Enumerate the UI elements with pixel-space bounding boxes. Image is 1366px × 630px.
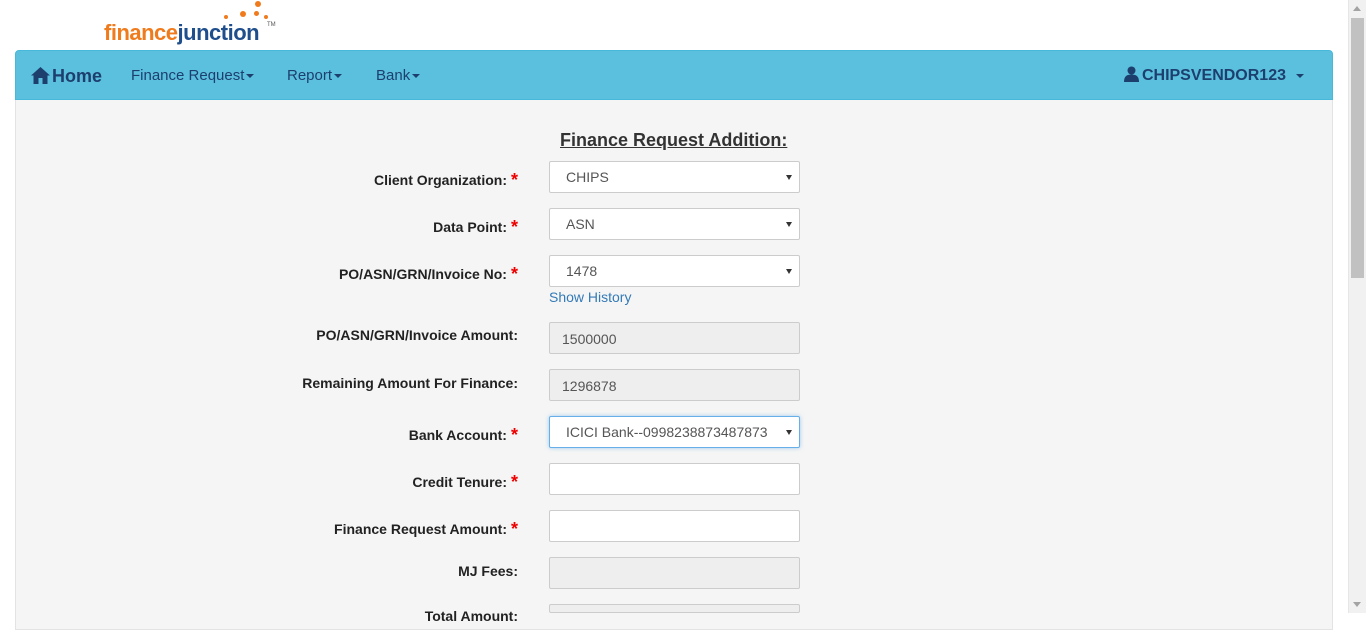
- client-org-label-text: Client Organization:: [373, 172, 507, 188]
- bank-account-label-text: Bank Account:: [408, 427, 507, 443]
- logo-dot: [264, 15, 268, 19]
- dropdown-arrow-icon: [786, 222, 792, 227]
- nav-report[interactable]: Report: [287, 51, 343, 101]
- logo-trademark: TM: [267, 22, 276, 28]
- logo-dot: [224, 15, 228, 19]
- show-history-link[interactable]: Show History: [549, 289, 631, 305]
- po-amount-label: PO/ASN/GRN/Invoice Amount:: [316, 327, 518, 343]
- credit-tenure-label-text: Credit Tenure:: [412, 474, 507, 490]
- logo-dot: [254, 11, 259, 16]
- client-org-value: CHIPS: [566, 169, 609, 185]
- nav-user-label: CHIPSVENDOR123: [1141, 67, 1286, 84]
- chevron-down-icon: [412, 74, 421, 79]
- credit-tenure-label: Credit Tenure: *: [412, 471, 518, 492]
- nav-user-menu[interactable]: CHIPSVENDOR123: [1123, 51, 1304, 101]
- logo-dot: [240, 11, 246, 17]
- total-amount-label: Total Amount:: [424, 608, 518, 624]
- remaining-amount-value: 1296878: [562, 378, 617, 394]
- nav-bank-label: Bank: [376, 67, 411, 84]
- logo-dot: [255, 1, 261, 7]
- data-point-label: Data Point: *: [433, 216, 518, 237]
- chevron-down-icon: [246, 74, 255, 79]
- mj-fees-field: [549, 557, 800, 589]
- mj-fees-label: MJ Fees:: [458, 563, 518, 579]
- nav-report-label: Report: [287, 67, 333, 84]
- bank-account-select[interactable]: ICICI Bank--0998238873487873: [549, 416, 800, 448]
- user-icon: [1123, 66, 1139, 82]
- client-org-label: Client Organization: *: [374, 169, 518, 190]
- page-title: Finance Request Addition:: [560, 130, 788, 150]
- total-amount-field: [549, 604, 800, 613]
- nav-finance-request-label: Finance Request: [131, 67, 245, 84]
- dropdown-arrow-icon: [786, 269, 792, 274]
- po-amount-value: 1500000: [562, 331, 617, 347]
- logo-part-junction: junction: [177, 20, 260, 45]
- nav-finance-request[interactable]: Finance Request: [131, 51, 255, 101]
- remaining-amount-label: Remaining Amount For Finance:: [302, 375, 518, 391]
- finance-amount-input[interactable]: [549, 510, 800, 542]
- data-point-label-text: Data Point:: [433, 219, 507, 235]
- brand-logo[interactable]: financejunction TM: [104, 0, 284, 48]
- logo-wordmark: financejunction: [104, 20, 260, 46]
- dropdown-arrow-icon: [786, 175, 792, 180]
- scroll-thumb[interactable]: [1351, 18, 1364, 278]
- credit-tenure-input[interactable]: [549, 463, 800, 495]
- scroll-up-icon[interactable]: [1353, 6, 1361, 11]
- required-marker: *: [510, 170, 518, 190]
- required-marker: *: [510, 472, 518, 492]
- po-no-value: 1478: [566, 263, 598, 279]
- logo-part-finance: finance: [104, 20, 178, 45]
- bank-account-label: Bank Account: *: [409, 424, 518, 445]
- data-point-value: ASN: [566, 216, 595, 232]
- data-point-select[interactable]: ASN: [549, 208, 800, 240]
- nav-bank[interactable]: Bank: [376, 51, 421, 101]
- chevron-down-icon: [1296, 73, 1304, 78]
- po-no-label: PO/ASN/GRN/Invoice No: *: [339, 263, 518, 284]
- dropdown-arrow-icon: [786, 430, 792, 435]
- finance-amount-label-text: Finance Request Amount:: [334, 521, 507, 537]
- client-org-select[interactable]: CHIPS: [549, 161, 800, 193]
- bank-account-value: ICICI Bank--0998238873487873: [566, 424, 768, 440]
- remaining-amount-field: 1296878: [549, 369, 800, 401]
- home-icon: [31, 67, 50, 84]
- required-marker: *: [510, 217, 518, 237]
- nav-home[interactable]: Home: [31, 51, 102, 101]
- scroll-down-icon[interactable]: [1353, 602, 1361, 607]
- required-marker: *: [510, 264, 518, 284]
- finance-amount-label: Finance Request Amount: *: [334, 518, 518, 539]
- required-marker: *: [510, 425, 518, 445]
- page-scrollbar[interactable]: [1348, 0, 1366, 613]
- po-amount-field: 1500000: [549, 322, 800, 354]
- po-no-label-text: PO/ASN/GRN/Invoice No:: [338, 266, 507, 282]
- top-navbar: Home Finance Request Report Bank CHIPSVE…: [15, 50, 1333, 100]
- required-marker: *: [510, 519, 518, 539]
- nav-home-label: Home: [52, 66, 103, 86]
- po-no-select[interactable]: 1478: [549, 255, 800, 287]
- chevron-down-icon: [334, 74, 343, 79]
